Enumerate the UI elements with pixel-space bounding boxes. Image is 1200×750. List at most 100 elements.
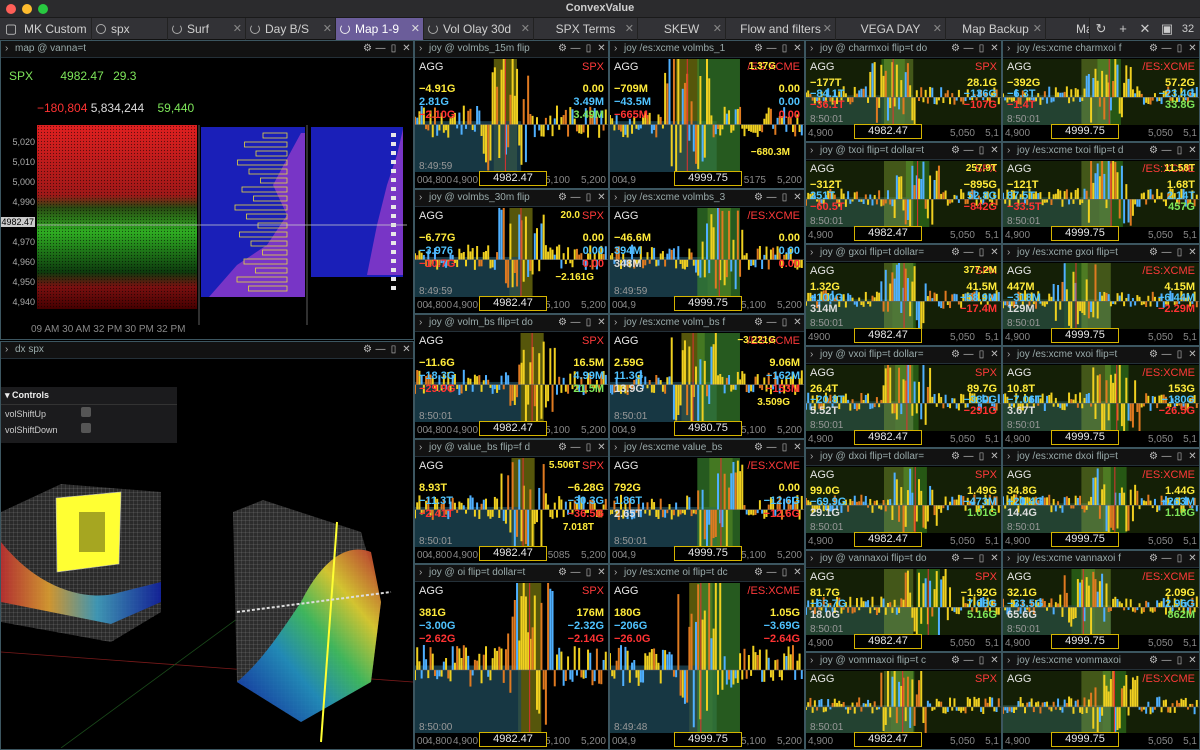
add-tab-icon[interactable]: + [1112, 18, 1134, 40]
settings-gear-icon[interactable]: ⚙ [1147, 245, 1160, 261]
close-icon[interactable]: ✕ [791, 315, 804, 331]
minimize-icon[interactable]: — [962, 143, 975, 159]
volshiftdown-checkbox[interactable] [81, 423, 91, 433]
close-tab-icon[interactable]: ✕ [233, 18, 242, 40]
maximize-icon[interactable]: ▯ [975, 245, 988, 261]
maximize-icon[interactable]: ▯ [387, 342, 400, 358]
minimize-icon[interactable]: — [962, 41, 975, 57]
tab-map-backup[interactable]: Map Backup ✕ [946, 18, 1046, 40]
close-icon[interactable]: ✕ [1186, 449, 1199, 465]
settings-gear-icon[interactable]: ⚙ [949, 245, 962, 261]
minimize-icon[interactable]: — [765, 41, 778, 57]
minimize-icon[interactable]: — [962, 551, 975, 567]
minimize-icon[interactable]: — [569, 565, 582, 581]
maximize-icon[interactable]: ▯ [778, 190, 791, 206]
minimize-icon[interactable]: — [569, 41, 582, 57]
close-icon[interactable]: ✕ [1186, 143, 1199, 159]
chevron-right-icon[interactable]: › [1007, 449, 1010, 465]
tab-ma[interactable]: Ma [1046, 18, 1090, 40]
chevron-right-icon[interactable]: › [419, 315, 422, 331]
minimize-icon[interactable]: — [765, 190, 778, 206]
chevron-right-icon[interactable]: › [810, 551, 813, 567]
minimize-icon[interactable]: — [1160, 551, 1173, 567]
tab-flow-and-filters[interactable]: Flow and filters ✕ [726, 18, 836, 40]
close-icon[interactable]: ✕ [791, 565, 804, 581]
chevron-right-icon[interactable]: › [1007, 653, 1010, 669]
chevron-right-icon[interactable]: › [614, 315, 617, 331]
minimize-icon[interactable]: — [374, 41, 387, 57]
maximize-icon[interactable]: ▯ [778, 440, 791, 456]
minimize-icon[interactable]: — [1160, 449, 1173, 465]
maximize-icon[interactable]: ▯ [975, 41, 988, 57]
maximize-icon[interactable]: ▯ [582, 315, 595, 331]
maximize-icon[interactable]: ▯ [975, 143, 988, 159]
tab-surf[interactable]: Surf ✕ [168, 18, 246, 40]
maximize-icon[interactable]: ▯ [975, 347, 988, 363]
close-icon[interactable]: ✕ [988, 41, 1001, 57]
settings-gear-icon[interactable]: ⚙ [752, 315, 765, 331]
maximize-icon[interactable]: ▯ [975, 551, 988, 567]
chevron-right-icon[interactable]: › [810, 449, 813, 465]
sidebar-toggle-icon[interactable]: ▢ [0, 18, 22, 40]
chevron-right-icon[interactable]: › [419, 190, 422, 206]
settings-gear-icon[interactable]: ⚙ [1147, 551, 1160, 567]
chevron-right-icon[interactable]: › [5, 41, 8, 57]
chevron-right-icon[interactable]: › [1007, 245, 1010, 261]
chevron-right-icon[interactable]: › [810, 143, 813, 159]
maximize-icon[interactable]: ▯ [778, 565, 791, 581]
chevron-right-icon[interactable]: › [810, 245, 813, 261]
chevron-right-icon[interactable]: › [810, 347, 813, 363]
minimize-icon[interactable]: — [1160, 41, 1173, 57]
close-tab-icon[interactable]: ✕ [933, 18, 942, 40]
refresh-icon[interactable]: ↻ [1090, 18, 1112, 40]
close-tab-icon[interactable]: ✕ [411, 18, 420, 40]
close-icon[interactable]: ✕ [1186, 245, 1199, 261]
maximize-icon[interactable]: ▯ [1173, 551, 1186, 567]
settings-gear-icon[interactable]: ⚙ [1147, 653, 1160, 669]
chevron-right-icon[interactable]: › [810, 41, 813, 57]
chevron-right-icon[interactable]: › [419, 440, 422, 456]
tab-spx-terms[interactable]: SPX Terms ✕ [534, 18, 638, 40]
tab-map-1-9[interactable]: Map 1-9 ✕ [336, 18, 424, 40]
settings-gear-icon[interactable]: ⚙ [556, 565, 569, 581]
close-icon[interactable]: ✕ [988, 449, 1001, 465]
settings-gear-icon[interactable]: ⚙ [1147, 143, 1160, 159]
maximize-icon[interactable]: ▯ [1173, 653, 1186, 669]
chevron-right-icon[interactable]: › [1007, 551, 1010, 567]
close-icon[interactable]: ✕ [791, 190, 804, 206]
tab-day-bs[interactable]: Day B/S ✕ [246, 18, 336, 40]
volshiftup-checkbox[interactable] [81, 407, 91, 417]
tab-vol-olay-30d[interactable]: Vol Olay 30d ✕ [424, 18, 534, 40]
settings-gear-icon[interactable]: ⚙ [949, 653, 962, 669]
close-icon[interactable]: ✕ [595, 565, 608, 581]
close-icon[interactable]: ✕ [595, 440, 608, 456]
maximize-icon[interactable]: ▯ [975, 449, 988, 465]
close-icon[interactable]: ✕ [400, 41, 413, 57]
settings-gear-icon[interactable]: ⚙ [752, 190, 765, 206]
settings-gear-icon[interactable]: ⚙ [556, 315, 569, 331]
minimize-icon[interactable]: — [374, 342, 387, 358]
minimize-icon[interactable]: — [765, 440, 778, 456]
settings-gear-icon[interactable]: ⚙ [752, 41, 765, 57]
settings-gear-icon[interactable]: ⚙ [949, 551, 962, 567]
close-icon[interactable]: ✕ [400, 342, 413, 358]
maximize-icon[interactable]: ▯ [1173, 347, 1186, 363]
close-icon[interactable]: ✕ [595, 190, 608, 206]
settings-gear-icon[interactable]: ⚙ [1147, 449, 1160, 465]
close-icon[interactable]: ✕ [595, 41, 608, 57]
maximize-icon[interactable]: ▯ [582, 41, 595, 57]
close-tab-icon[interactable]: ✕ [713, 18, 722, 40]
maximize-icon[interactable]: ▯ [582, 440, 595, 456]
chevron-right-icon[interactable]: › [419, 565, 422, 581]
settings-gear-icon[interactable]: ⚙ [949, 347, 962, 363]
settings-gear-icon[interactable]: ⚙ [949, 41, 962, 57]
close-icon[interactable]: ✕ [1186, 347, 1199, 363]
chevron-right-icon[interactable]: › [1007, 143, 1010, 159]
close-icon[interactable]: ✕ [988, 551, 1001, 567]
chevron-right-icon[interactable]: › [810, 653, 813, 669]
settings-gear-icon[interactable]: ⚙ [556, 41, 569, 57]
close-icon[interactable]: ✕ [988, 347, 1001, 363]
chevron-right-icon[interactable]: › [614, 565, 617, 581]
settings-gear-icon[interactable]: ⚙ [556, 440, 569, 456]
minimize-icon[interactable]: — [962, 653, 975, 669]
